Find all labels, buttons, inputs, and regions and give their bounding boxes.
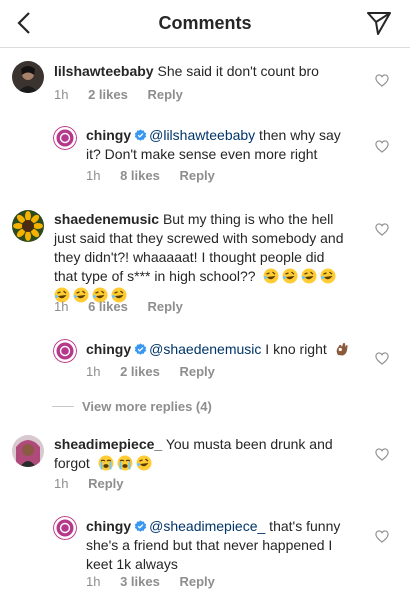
verified-badge-icon [134, 343, 147, 356]
comment-meta: 1h 2 likes Reply [86, 364, 231, 379]
timestamp: 1h [54, 476, 69, 491]
likes-count[interactable]: 6 likes [88, 299, 128, 314]
timestamp: 1h [86, 364, 101, 379]
loudly-crying-face-emoji [98, 455, 114, 471]
reply-button[interactable]: Reply [179, 574, 214, 589]
likes-count[interactable]: 8 likes [120, 168, 160, 183]
heart-icon[interactable] [375, 530, 389, 543]
loudly-crying-face-emoji [117, 455, 133, 471]
heart-icon[interactable] [375, 448, 389, 461]
mention-link[interactable]: @shaedenemusic [149, 341, 261, 357]
rolling-on-floor-laughing-emoji [282, 268, 298, 284]
comment-meta: 1h 8 likes Reply [86, 168, 231, 183]
timestamp: 1h [54, 299, 69, 314]
rolling-on-floor-laughing-emoji [320, 268, 336, 284]
reply-button[interactable]: Reply [147, 87, 182, 102]
verified-badge-icon [134, 520, 147, 533]
username[interactable]: chingy [86, 341, 131, 357]
reply-button[interactable]: Reply [147, 299, 182, 314]
rolling-on-floor-laughing-emoji [136, 455, 152, 471]
heart-icon[interactable] [375, 74, 389, 87]
page-title: Comments [158, 13, 252, 33]
comment-text: chingy @lilshawteebaby then why say it? D… [86, 127, 341, 162]
comment-text: chingy @sheadimepiece_ that's funny she's… [86, 518, 341, 572]
send-icon[interactable] [366, 10, 392, 36]
username[interactable]: shaedenemusic [54, 211, 159, 227]
comment-text: shaedenemusic But my thing is who the he… [54, 210, 364, 305]
avatar[interactable] [53, 126, 77, 150]
comment-text: chingy @shaedenemusic I kno right [86, 340, 353, 359]
username[interactable]: chingy [86, 127, 131, 143]
rolling-on-floor-laughing-emoji [301, 268, 317, 284]
verified-badge-icon [134, 129, 147, 142]
likes-count[interactable]: 2 likes [120, 364, 160, 379]
rolling-on-floor-laughing-emoji [263, 268, 279, 284]
view-more-replies-link[interactable]: View more replies (4) [52, 399, 212, 414]
divider [52, 406, 74, 407]
heart-icon[interactable] [375, 140, 389, 153]
avatar[interactable] [12, 210, 44, 242]
comment-text: lilshawteebaby She said it don't count b… [54, 63, 319, 79]
comment-meta: 1h 6 likes Reply [54, 299, 199, 314]
mention-link[interactable]: @sheadimepiece_ [149, 518, 265, 534]
avatar[interactable] [12, 61, 44, 93]
timestamp: 1h [86, 168, 101, 183]
ok-hand-emoji [334, 341, 350, 357]
comment-meta: 1h 3 likes Reply [86, 574, 231, 589]
heart-icon[interactable] [375, 352, 389, 365]
username[interactable]: sheadimepiece_ [54, 436, 162, 452]
username[interactable]: chingy [86, 518, 131, 534]
heart-icon[interactable] [375, 223, 389, 236]
avatar[interactable] [12, 435, 44, 467]
comment-text: sheadimepiece_ You musta been drunk and … [54, 436, 333, 471]
likes-count[interactable]: 2 likes [88, 87, 128, 102]
header: Comments [0, 0, 410, 48]
reply-button[interactable]: Reply [88, 476, 123, 491]
likes-count[interactable]: 3 likes [120, 574, 160, 589]
timestamp: 1h [86, 574, 101, 589]
comment-meta: 1h 2 likes Reply [54, 87, 199, 102]
reply-button[interactable]: Reply [179, 168, 214, 183]
reply-button[interactable]: Reply [179, 364, 214, 379]
mention-link[interactable]: @lilshawteebaby [149, 127, 255, 143]
timestamp: 1h [54, 87, 69, 102]
comment-meta: 1h Reply [54, 476, 140, 491]
username[interactable]: lilshawteebaby [54, 63, 154, 79]
avatar[interactable] [53, 339, 77, 363]
avatar[interactable] [53, 516, 77, 540]
